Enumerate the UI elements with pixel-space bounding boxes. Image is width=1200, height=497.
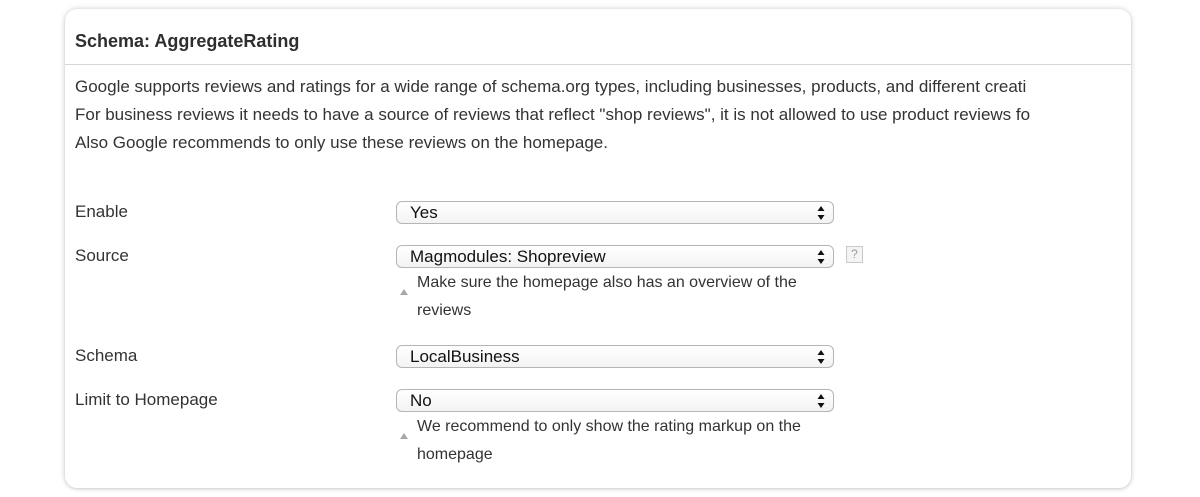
source-note: Make sure the homepage also has an overv…	[400, 269, 797, 325]
description-line: Also Google recommends to only use these…	[75, 133, 608, 152]
limit-homepage-select-value: No	[410, 391, 432, 410]
limit-homepage-select[interactable]: No	[396, 389, 834, 412]
enable-select-value: Yes	[410, 203, 438, 222]
schema-select[interactable]: LocalBusiness	[396, 345, 834, 368]
section-description: Google supports reviews and ratings for …	[75, 73, 1030, 157]
question-mark-icon[interactable]: ?	[846, 246, 863, 263]
note-line: homepage	[417, 446, 493, 463]
section-title: Schema: AggregateRating	[75, 31, 300, 51]
up-down-arrows-icon	[817, 392, 825, 410]
description-line: For business reviews it needs to have a …	[75, 105, 1031, 124]
schema-label: Schema	[75, 346, 138, 365]
note-line: reviews	[417, 302, 472, 319]
enable-select[interactable]: Yes	[396, 201, 834, 224]
note-line: We recommend to only show the rating mar…	[417, 418, 801, 435]
config-section-card: Schema: AggregateRating Google supports …	[65, 9, 1131, 488]
up-down-arrows-icon	[817, 348, 825, 366]
source-select-value: Magmodules: Shopreview	[410, 247, 606, 266]
description-line: Google supports reviews and ratings for …	[75, 77, 1027, 96]
schema-select-value: LocalBusiness	[410, 347, 520, 366]
section-header[interactable]: Schema: AggregateRating	[65, 9, 1131, 65]
note-line: Make sure the homepage also has an overv…	[417, 274, 797, 291]
triangle-up-icon	[399, 423, 409, 439]
limit-homepage-note: We recommend to only show the rating mar…	[400, 413, 801, 469]
limit-homepage-label: Limit to Homepage	[75, 390, 218, 409]
up-down-arrows-icon	[817, 248, 825, 266]
enable-label: Enable	[75, 202, 128, 221]
source-select[interactable]: Magmodules: Shopreview	[396, 245, 834, 268]
source-label: Source	[75, 246, 129, 265]
up-down-arrows-icon	[817, 204, 825, 222]
triangle-up-icon	[399, 279, 409, 295]
